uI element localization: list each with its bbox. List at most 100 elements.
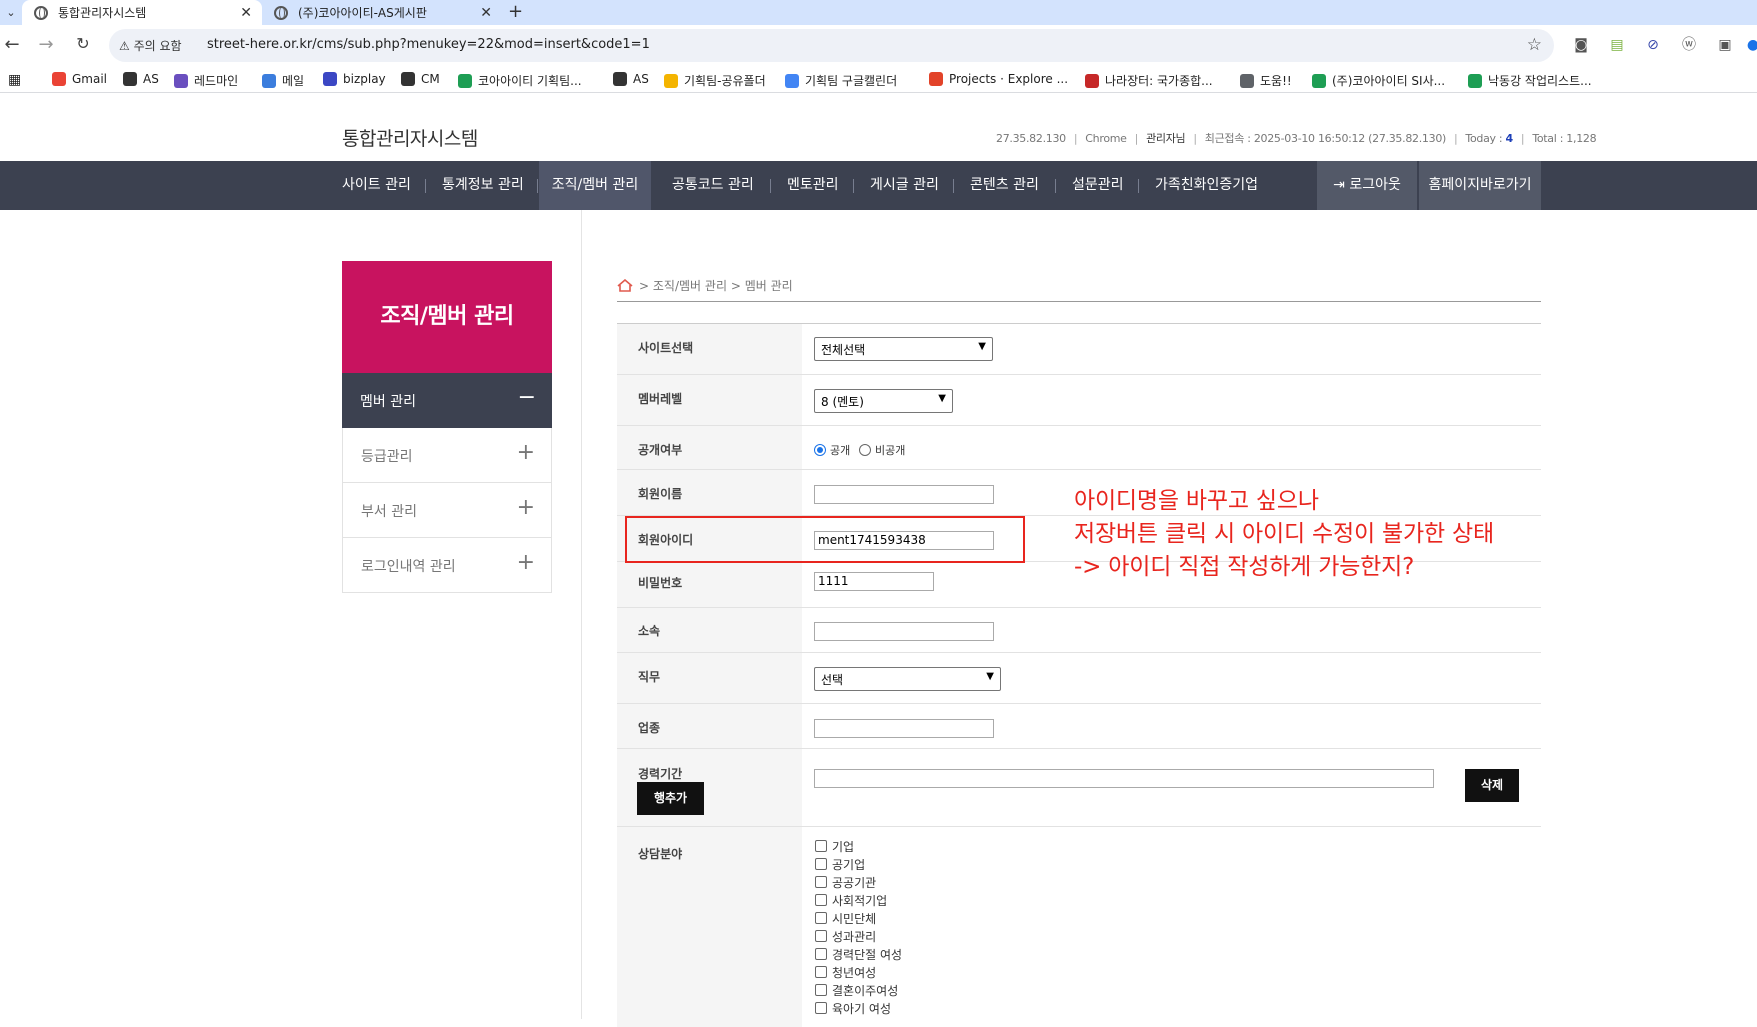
gnb-mentor-manage[interactable]: 멘토관리 bbox=[787, 161, 839, 210]
consult-checkbox-item[interactable]: 사회적기업 bbox=[815, 891, 902, 909]
bookmark-item[interactable]: 레드마인 bbox=[174, 72, 238, 89]
gnb-site-manage[interactable]: 사이트 관리 bbox=[342, 161, 411, 210]
radio-public-dot[interactable] bbox=[814, 444, 826, 456]
camera-icon[interactable]: ◙ bbox=[1572, 36, 1590, 54]
extension-ladder-icon[interactable]: ▤ bbox=[1608, 36, 1626, 54]
extension-block-icon[interactable]: ⊘ bbox=[1644, 36, 1662, 54]
industry-input[interactable] bbox=[814, 719, 994, 738]
consult-checkbox-item[interactable]: 결혼이주여성 bbox=[815, 981, 902, 999]
close-tab-icon[interactable]: ✕ bbox=[480, 5, 492, 21]
reload-icon[interactable]: ↻ bbox=[71, 34, 95, 53]
checkbox-label: 기업 bbox=[832, 839, 855, 854]
breadcrumb-level1[interactable]: 조직/멤버 관리 bbox=[653, 277, 727, 294]
omnibox[interactable]: ⚠ 주의 요함 street-here.or.kr/cms/sub.php?me… bbox=[109, 29, 1554, 62]
bookmark-item[interactable]: CM bbox=[401, 72, 440, 86]
consult-checkbox-item[interactable]: 기업 bbox=[815, 837, 902, 855]
gnb-family-company[interactable]: 가족친화인증기업 bbox=[1155, 161, 1258, 210]
field-label: 상담분야 bbox=[638, 847, 683, 861]
profile-icon[interactable]: ● bbox=[1744, 36, 1757, 54]
breadcrumb: > 조직/멤버 관리 > 멤버 관리 bbox=[617, 277, 793, 294]
total-count: Total : 1,128 bbox=[1532, 132, 1597, 145]
consult-checkbox-item[interactable]: 성과관리 bbox=[815, 927, 902, 945]
checkbox[interactable] bbox=[815, 966, 827, 978]
homepage-button[interactable]: 홈페이지바로가기 bbox=[1419, 161, 1541, 210]
browser-tab[interactable]: (주)코아아이티-AS게시판 ✕ bbox=[262, 0, 502, 25]
gnb-survey-manage[interactable]: 설문관리 bbox=[1072, 161, 1124, 210]
home-icon[interactable] bbox=[617, 279, 633, 292]
consult-checkbox-item[interactable]: 청년여성 bbox=[815, 963, 902, 981]
checkbox[interactable] bbox=[815, 840, 827, 852]
bookmark-item[interactable]: (주)코아아이티 SI사... bbox=[1312, 72, 1445, 89]
gnb-content-manage[interactable]: 콘텐츠 관리 bbox=[970, 161, 1039, 210]
close-tab-icon[interactable]: ✕ bbox=[240, 5, 252, 21]
url-text[interactable]: street-here.or.kr/cms/sub.php?menukey=22… bbox=[207, 37, 650, 52]
consult-checkbox-item[interactable]: 공기업 bbox=[815, 855, 902, 873]
checkbox[interactable] bbox=[815, 912, 827, 924]
field-label: 경력기간 bbox=[638, 767, 683, 781]
bookmark-item[interactable]: bizplay bbox=[323, 72, 386, 86]
bookmark-item[interactable]: 코아아이티 기획팀... bbox=[458, 72, 582, 89]
ip-address: 27.35.82.130 bbox=[996, 132, 1066, 145]
bookmark-item[interactable]: Gmail bbox=[52, 72, 107, 86]
bookmark-item[interactable]: 나라장터: 국가종합... bbox=[1085, 72, 1213, 89]
consult-checkbox-item[interactable]: 육아기 여성 bbox=[815, 999, 902, 1017]
new-tab-button[interactable]: + bbox=[508, 0, 523, 25]
checkbox[interactable] bbox=[815, 894, 827, 906]
radio-public[interactable]: 공개 bbox=[814, 442, 850, 458]
delete-row-button[interactable]: 삭제 bbox=[1465, 769, 1519, 802]
bookmark-star-icon[interactable]: ☆ bbox=[1527, 35, 1542, 55]
checkbox[interactable] bbox=[815, 948, 827, 960]
bookmark-item[interactable]: 메일 bbox=[262, 72, 304, 89]
career-input[interactable] bbox=[814, 769, 1434, 788]
lnb-item-department[interactable]: 부서 관리 + bbox=[342, 483, 552, 538]
bookmark-item[interactable]: 기획팀 구글캘린더 bbox=[785, 72, 897, 89]
checkbox[interactable] bbox=[815, 1002, 827, 1014]
apps-grid-icon[interactable]: ▦ bbox=[8, 72, 21, 88]
job-select[interactable]: 선택 ▼ bbox=[814, 667, 1001, 691]
bookmark-item[interactable]: AS bbox=[613, 72, 649, 86]
consult-checkbox-item[interactable]: 공공기관 bbox=[815, 873, 902, 891]
site-title[interactable]: 통합관리자시스템 bbox=[342, 124, 478, 151]
select-value: 전체선택 bbox=[821, 343, 866, 357]
radio-private[interactable]: 비공개 bbox=[859, 442, 905, 458]
consult-checkbox-item[interactable]: 경력단절 여성 bbox=[815, 945, 902, 963]
tab-search-icon[interactable]: ⌄ bbox=[0, 0, 22, 25]
gnb-org-member-manage[interactable]: 조직/멤버 관리 bbox=[539, 161, 651, 210]
checkbox[interactable] bbox=[815, 858, 827, 870]
lnb-item-login-history[interactable]: 로그인내역 관리 + bbox=[342, 538, 552, 593]
bookmark-item[interactable]: 도움!! bbox=[1240, 72, 1292, 89]
extension-w-icon[interactable]: ⓦ bbox=[1680, 36, 1698, 54]
bookmark-item[interactable]: Projects · Explore ... bbox=[929, 72, 1068, 86]
gnb-stats-manage[interactable]: 통계정보 관리 bbox=[442, 161, 524, 210]
bookmark-favicon-icon bbox=[458, 73, 472, 88]
bookmark-favicon-icon bbox=[174, 73, 188, 88]
bookmark-item[interactable]: AS bbox=[123, 72, 159, 86]
password-input[interactable]: 1111 bbox=[814, 572, 934, 591]
security-warning[interactable]: ⚠ 주의 요함 bbox=[119, 37, 182, 54]
gnb-post-manage[interactable]: 게시글 관리 bbox=[870, 161, 939, 210]
bookmark-favicon-icon bbox=[613, 72, 627, 86]
bookmark-label: AS bbox=[143, 72, 159, 86]
checkbox[interactable] bbox=[815, 930, 827, 942]
bookmark-item[interactable]: 기획팀-공유폴더 bbox=[664, 72, 766, 89]
forward-arrow-icon[interactable]: → bbox=[34, 34, 58, 55]
extension-puzzle-icon[interactable]: ▣ bbox=[1716, 36, 1734, 54]
browser-tab-active[interactable]: 통합관리자시스템 ✕ bbox=[22, 0, 262, 25]
checkbox[interactable] bbox=[815, 984, 827, 996]
member-name-input[interactable] bbox=[814, 485, 994, 504]
checkbox[interactable] bbox=[815, 876, 827, 888]
affiliation-input[interactable] bbox=[814, 622, 994, 641]
lnb-item-grade[interactable]: 등급관리 + bbox=[342, 428, 552, 483]
radio-private-dot[interactable] bbox=[859, 444, 871, 456]
back-arrow-icon[interactable]: ← bbox=[0, 34, 24, 55]
bookmark-favicon-icon bbox=[1468, 73, 1482, 88]
member-level-select[interactable]: 8 (멘토) ▼ bbox=[814, 389, 953, 413]
member-form: 사이트선택 전체선택 ▼ 멤버레벨 8 (멘토) ▼ 공개여부 공개 비공개 회원이… bbox=[617, 323, 1541, 1027]
logout-button[interactable]: ⇥ 로그아웃 bbox=[1317, 161, 1417, 210]
lnb-item-member[interactable]: 멤버 관리 − bbox=[342, 373, 552, 428]
site-select[interactable]: 전체선택 ▼ bbox=[814, 337, 993, 361]
gnb-common-code-manage[interactable]: 공통코드 관리 bbox=[672, 161, 754, 210]
add-row-button[interactable]: 행추가 bbox=[637, 782, 704, 815]
consult-checkbox-item[interactable]: 시민단체 bbox=[815, 909, 902, 927]
bookmark-item[interactable]: 낙동강 작업리스트... bbox=[1468, 72, 1592, 89]
